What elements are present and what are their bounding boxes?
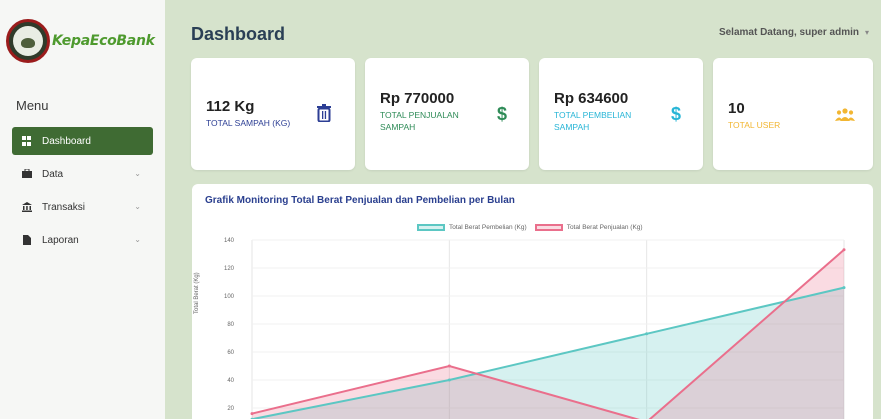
dashboard-icon [22, 136, 32, 146]
sidebar-item-data[interactable]: Data ⌄ [12, 160, 153, 188]
card-label: TOTAL USER [728, 120, 781, 130]
data-point[interactable] [842, 286, 846, 290]
sidebar-item-label: Dashboard [42, 135, 91, 147]
dollar-icon: $ [496, 104, 507, 124]
bank-icon [22, 202, 32, 212]
brand-name: KepaEcoBank [52, 33, 155, 49]
user-menu[interactable]: Selamat Datang, super admin ▾ [719, 27, 869, 38]
y-tick-label: 20 [227, 406, 234, 412]
card-label: TOTAL PENJUALAN SAMPAH [380, 110, 459, 132]
card-value: Rp 634600 [554, 90, 629, 107]
data-point[interactable] [250, 412, 254, 416]
card-total-pembelian: Rp 634600 TOTAL PEMBELIAN SAMPAH $ [539, 58, 703, 170]
menu-title: Menu [16, 98, 49, 113]
card-value: Rp 770000 [380, 90, 455, 107]
sidebar-item-label: Transaksi [42, 201, 85, 213]
card-value: 112 Kg [206, 98, 255, 115]
y-tick-label: 100 [224, 294, 235, 300]
card-label: TOTAL SAMPAH (KG) [206, 118, 291, 128]
sidebar-nav: Dashboard Data ⌄ Transaksi ⌄ Laporan ⌄ [12, 127, 153, 259]
card-total-user: 10 TOTAL USER [713, 58, 873, 170]
line-chart: 20 40 60 80 100 120 140 [224, 238, 846, 419]
card-label: TOTAL PEMBELIAN SAMPAH [554, 110, 632, 132]
y-tick-label: 80 [227, 322, 234, 328]
chart-panel: Grafik Monitoring Total Berat Penjualan … [192, 184, 873, 419]
trash-icon [317, 104, 331, 127]
sidebar-item-label: Laporan [42, 234, 79, 246]
sidebar-item-label: Data [42, 168, 64, 180]
users-icon [835, 106, 855, 127]
chevron-down-icon: ⌄ [134, 169, 141, 178]
page-title: Dashboard [191, 24, 286, 44]
data-point[interactable] [447, 364, 451, 368]
brand[interactable]: KepaEcoBank [6, 18, 161, 64]
card-total-sampah: 112 Kg TOTAL SAMPAH (KG) [191, 58, 355, 170]
chevron-down-icon: ⌄ [134, 235, 141, 244]
sidebar: KepaEcoBank Menu Dashboard Data ⌄ Transa… [0, 0, 165, 419]
user-greeting: Selamat Datang, super admin [718, 27, 859, 38]
y-tick-label: 140 [224, 238, 235, 244]
sidebar-item-transaksi[interactable]: Transaksi ⌄ [12, 193, 153, 221]
y-tick-label: 120 [224, 266, 235, 272]
sidebar-item-laporan[interactable]: Laporan ⌄ [12, 226, 153, 254]
card-value: 10 [728, 100, 745, 117]
briefcase-icon [22, 168, 32, 179]
data-point[interactable] [645, 332, 649, 336]
bank-logo-icon [6, 19, 50, 63]
dollar-icon: $ [670, 104, 681, 124]
chevron-down-icon: ⌄ [134, 202, 141, 211]
sidebar-item-dashboard[interactable]: Dashboard [12, 127, 153, 155]
caret-down-icon: ▾ [864, 28, 869, 37]
card-total-penjualan: Rp 770000 TOTAL PENJUALAN SAMPAH $ [365, 58, 529, 170]
data-point[interactable] [447, 378, 451, 382]
data-point[interactable] [842, 248, 846, 252]
document-icon [22, 235, 32, 245]
y-tick-label: 60 [227, 350, 234, 356]
y-tick-label: 40 [227, 378, 234, 384]
